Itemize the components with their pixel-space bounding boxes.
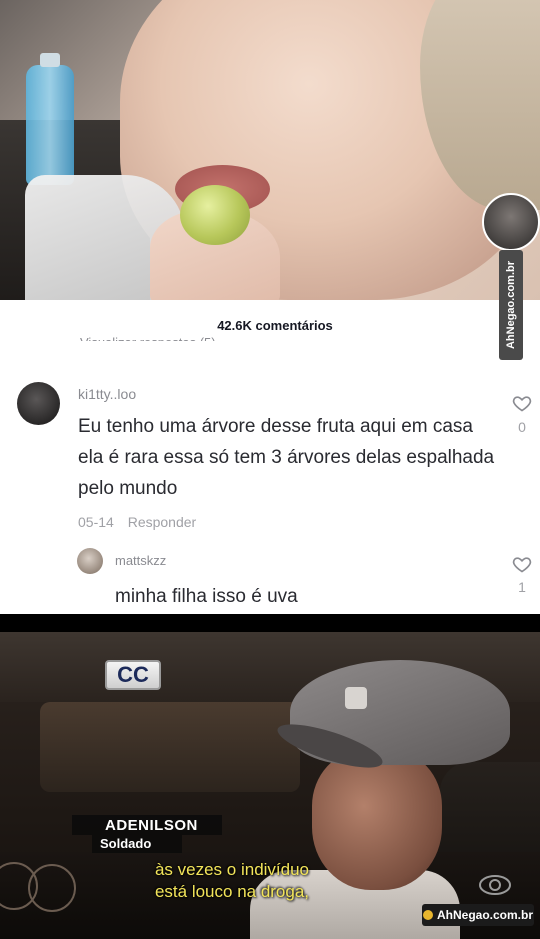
watermark-bottom: AhNegao.com.br [422,904,534,926]
cap-badge [345,687,367,709]
watermark-vertical: AhNegao.com.br [499,250,523,360]
watermark-text: AhNegao.com.br [505,260,518,350]
comments-panel: 42.6K comentários ✕ Visualizar respostas… [0,300,540,614]
video-scene [0,0,540,300]
reply-button[interactable]: Responder [128,514,197,530]
video-frame-top [0,0,540,300]
avatar[interactable] [77,548,103,574]
water-bottle [26,53,74,185]
watermark-text: AhNegao.com.br [436,908,533,922]
like-count: 0 [518,419,526,435]
heart-icon[interactable] [512,554,532,574]
subtitle: às vezes o indivíduo está louco na droga… [82,859,382,903]
comment-username[interactable]: ki1tty..loo [78,386,136,402]
subtitle-line: às vezes o indivíduo [154,860,310,879]
comments-count: 42.6K comentários [217,318,333,333]
divider [0,614,540,632]
person-role: Soldado [100,836,152,851]
creator-avatar[interactable] [482,193,540,251]
avatar[interactable] [17,382,60,425]
lower-third: ADENILSON Soldado [72,815,222,853]
car-windshield [40,702,300,792]
comment-username[interactable]: mattskzz [115,553,166,568]
subtitle-line: está louco na droga, [154,882,310,901]
comment-date: 05-14 [78,514,114,530]
person-name: ADENILSON [105,817,198,834]
gauge-icon [28,864,76,912]
video-frame-bottom: CC ADENILSON Soldado às vezes o indivídu… [0,632,540,939]
heart-icon[interactable] [512,393,532,413]
like-count: 1 [518,579,526,595]
closed-caption-badge: CC [105,660,161,690]
eye-logo-icon [478,874,512,896]
comment-meta: 05-14 Responder [78,514,206,530]
site-logo-icon [422,910,433,920]
grape [180,185,250,245]
view-replies-link[interactable]: Visualizar respostas (5) ⌄ [80,332,230,341]
comment-text: minha filha isso é uva [115,586,298,607]
comment-text: Eu tenho uma árvore desse fruta aqui em … [78,416,495,499]
